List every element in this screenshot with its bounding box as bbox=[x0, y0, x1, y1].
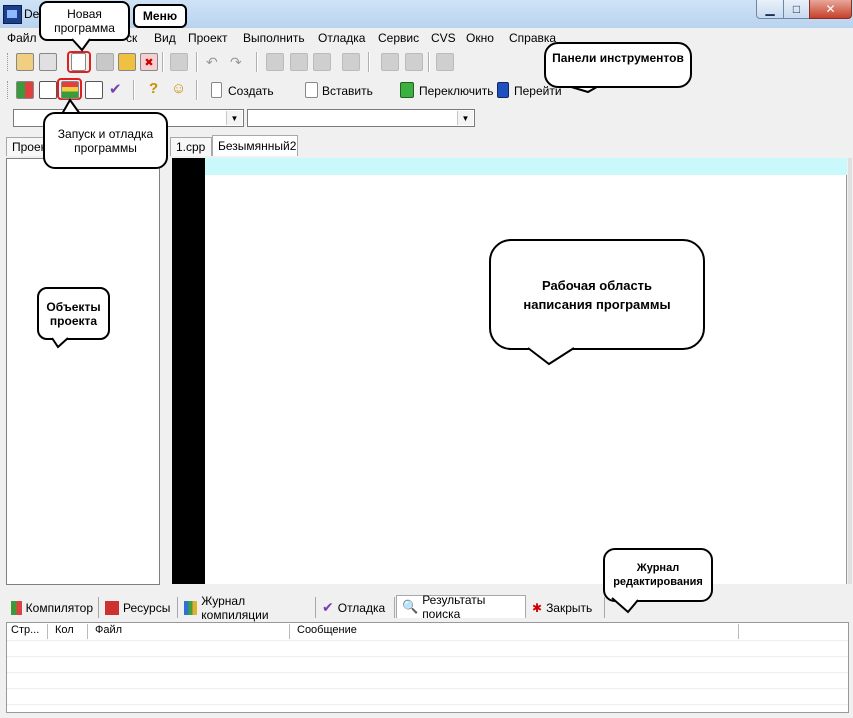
grid-line bbox=[7, 672, 848, 673]
callout-tail bbox=[611, 597, 639, 614]
grid-line bbox=[7, 688, 848, 689]
column-header-col[interactable]: Кол bbox=[52, 624, 88, 639]
grid-line bbox=[7, 656, 848, 657]
column-header-line[interactable]: Стр... bbox=[8, 624, 48, 639]
grid-line bbox=[7, 640, 848, 641]
column-header-file[interactable]: Файл bbox=[92, 624, 290, 639]
grid-line bbox=[7, 704, 848, 705]
column-header-message[interactable]: Сообщение bbox=[294, 624, 739, 639]
